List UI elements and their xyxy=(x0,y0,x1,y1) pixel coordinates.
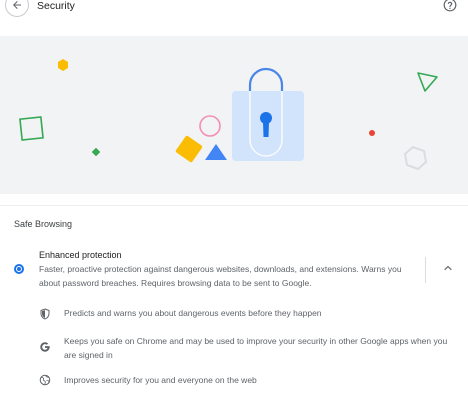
shield-icon xyxy=(40,308,50,320)
vertical-separator xyxy=(425,257,426,283)
pink-circle-shape xyxy=(199,115,221,137)
back-button[interactable] xyxy=(5,0,29,17)
enhanced-protection-description: Faster, proactive protection against dan… xyxy=(39,264,402,288)
feature-text: Improves security for you and everyone o… xyxy=(64,375,257,385)
green-diamond-shape xyxy=(91,147,101,157)
gray-hexagon-shape xyxy=(403,145,428,171)
feature-text: Predicts and warns you about dangerous e… xyxy=(64,308,322,318)
page-title: Security xyxy=(37,0,75,12)
chevron-up-icon[interactable] xyxy=(442,262,454,274)
question-circle-icon[interactable] xyxy=(443,0,457,12)
blue-triangle-shape xyxy=(205,144,227,160)
feature-text: Keeps you safe on Chrome and may be used… xyxy=(64,336,448,360)
enhanced-protection-radio[interactable] xyxy=(14,264,24,274)
arrow-left-icon xyxy=(13,1,21,9)
yellow-hexagon-shape xyxy=(58,59,68,71)
google-g-icon xyxy=(40,342,50,352)
safe-browsing-heading: Safe Browsing xyxy=(14,219,73,229)
globe-icon xyxy=(39,374,51,386)
green-triangle-shape xyxy=(417,72,438,92)
section-divider xyxy=(0,205,468,206)
yellow-diamond-shape xyxy=(175,135,203,163)
enhanced-protection-title[interactable]: Enhanced protection xyxy=(39,250,122,260)
page-header: Security xyxy=(0,0,468,34)
security-hero-banner xyxy=(0,36,468,194)
red-dot-shape xyxy=(369,130,375,136)
lock-shackle xyxy=(248,67,284,92)
green-square-shape xyxy=(19,116,44,141)
security-lock-illustration xyxy=(19,59,438,171)
